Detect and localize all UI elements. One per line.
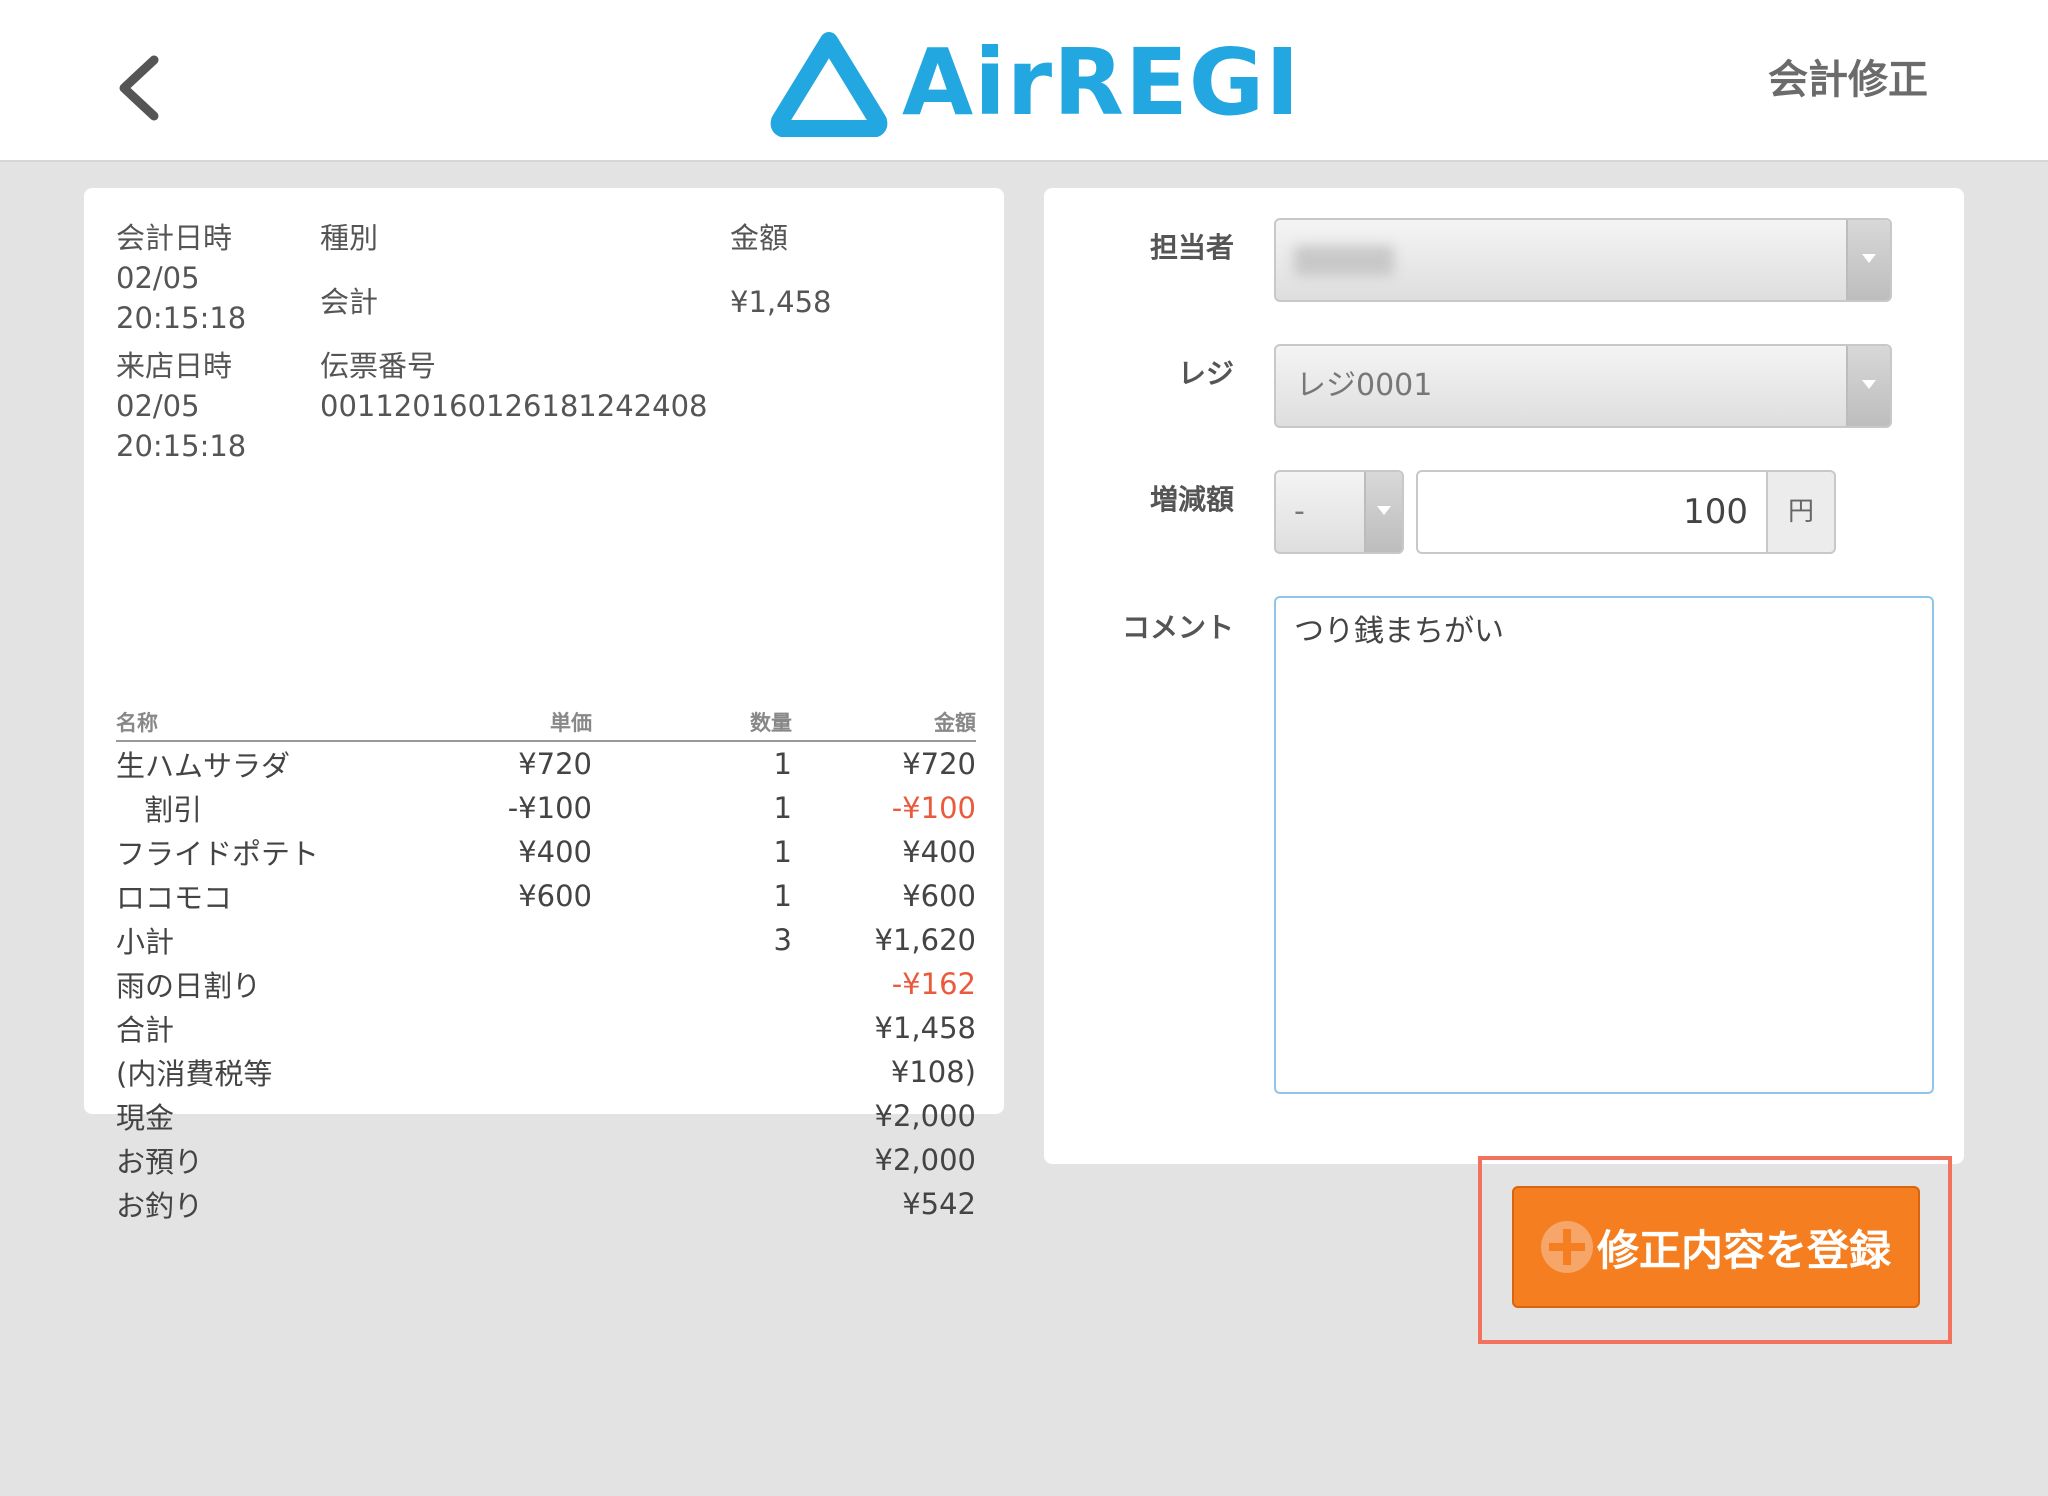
- table-row: ロコモコ ¥600 1 ¥600: [116, 874, 976, 918]
- row-amount: ¥108): [890, 1055, 976, 1089]
- back-button[interactable]: [110, 52, 174, 124]
- register-label: レジ: [1177, 357, 1234, 390]
- row-amount: ¥2,000: [874, 1143, 976, 1177]
- adjust-unit: 円: [1766, 470, 1836, 554]
- row-name: 生ハムサラダ: [116, 749, 291, 783]
- slip-label: 伝票番号: [320, 349, 437, 383]
- table-row: 生ハムサラダ ¥720 1 ¥720: [116, 742, 976, 786]
- meta-type: 種別 会計: [320, 218, 378, 322]
- row-qty: 3: [773, 923, 792, 957]
- row-amount: ¥1,458: [874, 1011, 976, 1045]
- visit-value-time: 20:15:18: [116, 429, 247, 463]
- receipt-card: 会計日時 02/05 20:15:18 種別 会計 金額 ¥1,458 来店日時…: [84, 188, 1004, 1223]
- type-label: 種別: [320, 221, 379, 255]
- col-qty: 数量: [750, 711, 792, 735]
- row-name: お釣り: [116, 1189, 204, 1223]
- triangle-down-icon: [1377, 506, 1391, 515]
- date-label: 会計日時: [116, 221, 233, 255]
- triangle-down-icon: [1862, 380, 1876, 389]
- col-price: 単価: [550, 711, 592, 735]
- table-row: 小計 3 ¥1,620: [116, 918, 976, 962]
- staff-label: 担当者: [1149, 231, 1234, 264]
- plus-circle-icon: [1540, 1221, 1593, 1273]
- row-name: (内消費税等: [116, 1057, 273, 1091]
- row-price: ¥400: [518, 835, 592, 869]
- page-title: 会計修正: [1768, 57, 1928, 103]
- register-value: レジ0001: [1296, 368, 1433, 403]
- row-qty: 1: [773, 791, 792, 825]
- row-amount: ¥2,000: [874, 1099, 976, 1133]
- row-qty: 1: [773, 747, 792, 781]
- comment-textarea[interactable]: つり銭まちがい: [1274, 596, 1934, 1094]
- submit-label: 修正内容を登録: [1596, 1225, 1891, 1275]
- row-name: お預り: [116, 1145, 204, 1179]
- staff-select[interactable]: [1274, 218, 1892, 302]
- visit-value-day: 02/05: [116, 389, 200, 423]
- items-header: 名称 単価 数量 金額: [116, 704, 976, 742]
- meta-amount: 金額 ¥1,458: [730, 218, 831, 322]
- logo-text: AirREGI: [902, 29, 1301, 136]
- meta-slip: 伝票番号 00112016012618124​2408: [320, 346, 707, 426]
- row-amount: -¥100: [891, 791, 976, 825]
- amount-label: 金額: [730, 221, 789, 255]
- table-row: 割引 -¥100 1 -¥100: [116, 786, 976, 830]
- table-row: お預り ¥2,000: [116, 1138, 976, 1182]
- row-amount: ¥400: [902, 835, 976, 869]
- row-name: ロコモコ: [116, 881, 233, 915]
- slip-value: 00112016012618124​2408: [320, 389, 708, 423]
- col-name: 名称: [116, 711, 158, 735]
- triangle-down-icon: [1862, 254, 1876, 263]
- chevron-left-icon: [119, 55, 159, 121]
- row-name: 合計: [116, 1013, 175, 1047]
- table-row: フライドポテト ¥400 1 ¥400: [116, 830, 976, 874]
- edit-form-card: 担当者 レジ レジ0001 増減額 - 円 コメント つり銭まちがい: [1044, 188, 1964, 1164]
- row-price: ¥600: [518, 879, 592, 913]
- table-row: お釣り ¥542: [116, 1182, 976, 1226]
- meta-date: 会計日時 02/05 20:15:18: [116, 218, 246, 338]
- row-amount: ¥720: [902, 747, 976, 781]
- visit-label: 来店日時: [116, 349, 233, 383]
- submit-correction-button[interactable]: 修正内容を登録: [1512, 1186, 1920, 1308]
- row-name: 雨の日割り: [116, 969, 262, 1003]
- airregi-logo: AirREGI: [770, 28, 1300, 138]
- date-value-time: 20:15:18: [116, 301, 247, 335]
- staff-select-toggle[interactable]: [1846, 220, 1890, 300]
- row-name: 小計: [116, 925, 175, 959]
- table-row: 雨の日割り -¥162: [116, 962, 976, 1006]
- row-name: 割引: [144, 793, 203, 827]
- adjust-sign-value: -: [1294, 494, 1305, 529]
- col-amount: 金額: [934, 711, 976, 735]
- row-price: -¥100: [507, 791, 592, 825]
- row-amount: ¥600: [902, 879, 976, 913]
- table-row: 合計 ¥1,458: [116, 1006, 976, 1050]
- staff-value-redacted: [1294, 246, 1394, 276]
- table-row: 現金 ¥2,000: [116, 1094, 976, 1138]
- type-value: 会計: [320, 285, 379, 319]
- adjust-label: 増減額: [1149, 483, 1234, 516]
- row-price: ¥720: [518, 747, 592, 781]
- row-amount: -¥162: [891, 967, 976, 1001]
- comment-label: コメント: [1121, 611, 1234, 644]
- items-table: 名称 単価 数量 金額 生ハムサラダ ¥720 1 ¥720 割引 -¥100 …: [116, 704, 976, 1226]
- adjust-sign-toggle[interactable]: [1364, 472, 1402, 552]
- register-select[interactable]: レジ0001: [1274, 344, 1892, 428]
- row-qty: 1: [773, 835, 792, 869]
- adjust-sign-select[interactable]: -: [1274, 470, 1404, 554]
- triangle-logo-icon: [770, 32, 888, 137]
- row-amount: ¥542: [902, 1187, 976, 1221]
- row-amount: ¥1,620: [874, 923, 976, 957]
- row-name: 現金: [116, 1101, 175, 1135]
- row-qty: 1: [773, 879, 792, 913]
- row-name: フライドポテト: [116, 837, 320, 871]
- register-select-toggle[interactable]: [1846, 346, 1890, 426]
- table-row: (内消費税等 ¥108): [116, 1050, 976, 1094]
- header-bar: AirREGI 会計修正: [0, 0, 2048, 162]
- meta-visit: 来店日時 02/05 20:15:18: [116, 346, 246, 466]
- amount-value: ¥1,458: [730, 285, 832, 319]
- adjust-amount-input[interactable]: [1416, 470, 1766, 554]
- date-value-day: 02/05: [116, 261, 200, 295]
